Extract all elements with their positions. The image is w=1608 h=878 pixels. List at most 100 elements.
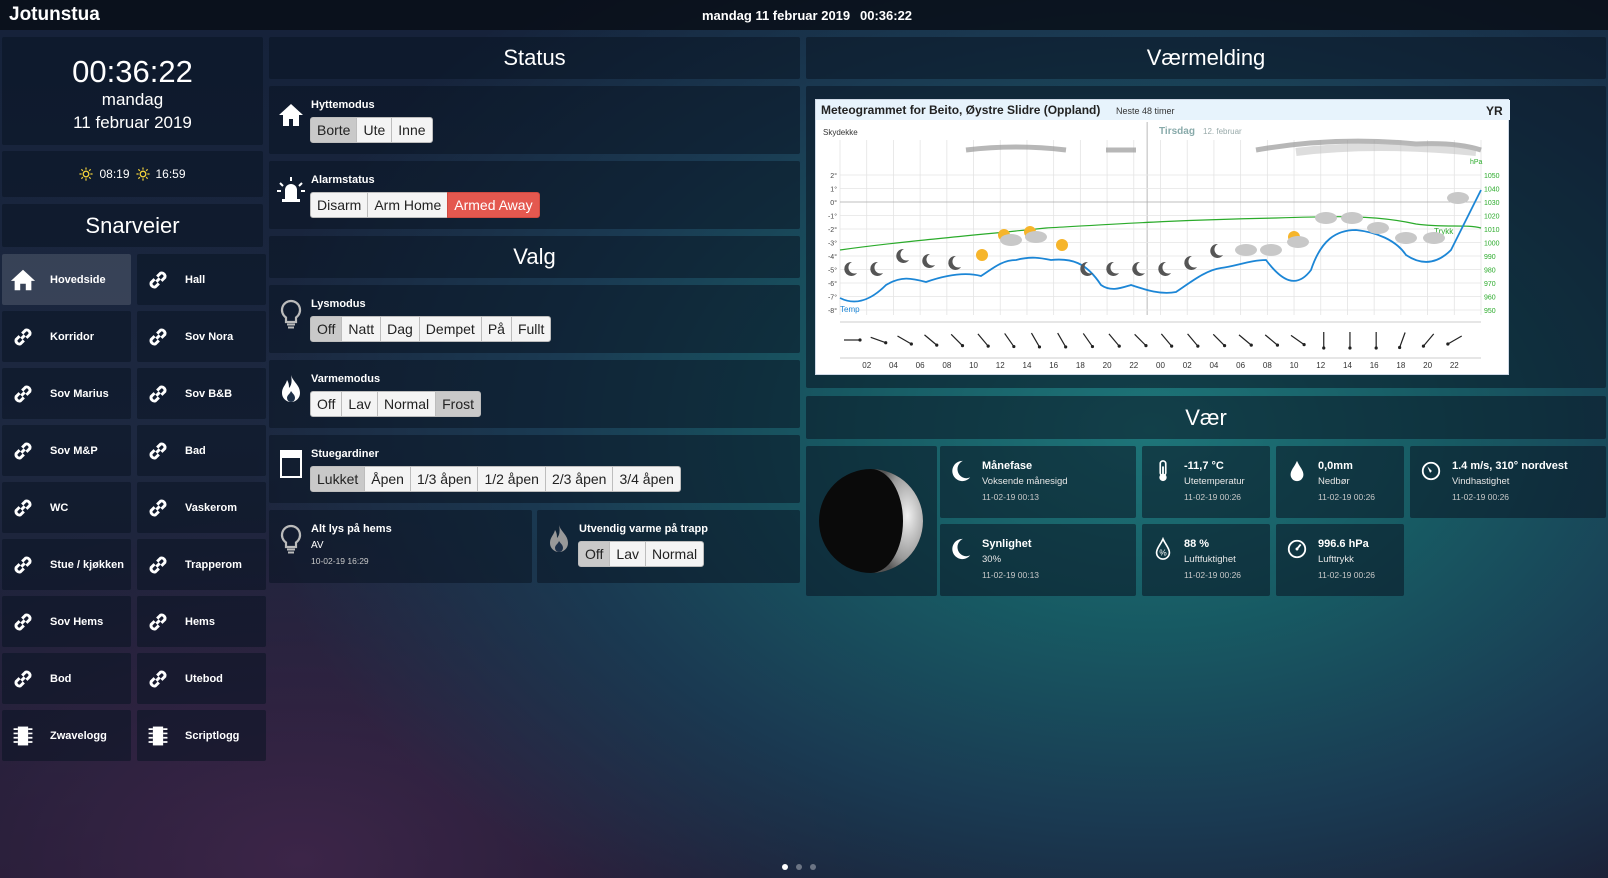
shortcut-hall[interactable]: Hall: [137, 254, 266, 305]
temp-axis-label: -6°: [828, 280, 837, 288]
page-dot-1[interactable]: [782, 864, 788, 870]
moon-icon: [844, 261, 857, 276]
shortcut-bad[interactable]: Bad: [137, 425, 266, 476]
sunrise-icon: [79, 167, 94, 181]
thermometer-icon: [1152, 459, 1174, 485]
weather-sublabel: 30%: [982, 554, 1002, 565]
trapp-option-lav[interactable]: Lav: [609, 541, 646, 567]
shortcut-stue-kjøkken[interactable]: Stue / kjøkken: [2, 539, 131, 590]
weather-header: Vær: [806, 396, 1606, 439]
weather-tile-luftfuktighet[interactable]: % 88 % Luftfuktighet 11-02-19 00:26: [1142, 524, 1270, 596]
gardiner-option-åpen[interactable]: Åpen: [364, 466, 411, 492]
link-icon: [145, 381, 171, 407]
alarm-option-disarm[interactable]: Disarm: [310, 192, 369, 218]
hyttemodus-option-ute[interactable]: Ute: [356, 117, 393, 143]
gardiner-option-1-2-åpen[interactable]: 1/2 åpen: [477, 466, 546, 492]
weather-timestamp: 11-02-19 00:26: [1184, 492, 1242, 502]
shortcut-trapperom[interactable]: Trapperom: [137, 539, 266, 590]
shortcut-wc[interactable]: WC: [2, 482, 131, 533]
hour-axis-label: 06: [1236, 361, 1245, 370]
shortcut-label: Trapperom: [185, 558, 242, 571]
pressure-axis-label: 990: [1484, 254, 1496, 261]
varme-option-lav[interactable]: Lav: [341, 391, 378, 417]
meteogram[interactable]: Meteogrammet for Beito, Øystre Slidre (O…: [815, 99, 1510, 375]
sunset-time: 16:59: [155, 167, 186, 181]
weather-sublabel: Vindhastighet: [1452, 476, 1510, 487]
pressure-axis-label: 950: [1484, 308, 1496, 315]
weather-tile-lufttrykk[interactable]: 996.6 hPa Lufttrykk 11-02-19 00:26: [1276, 524, 1404, 596]
wind-arrow: [1134, 333, 1147, 347]
shortcut-hems[interactable]: Hems: [137, 596, 266, 647]
weather-tile-30[interactable]: Synlighet 30% 11-02-19 00:13: [940, 524, 1136, 596]
pressure-axis-label: 970: [1484, 281, 1496, 288]
shortcut-utebod[interactable]: Utebod: [137, 653, 266, 704]
weather-tile-voksende-månesigd[interactable]: Månefase Voksende månesigd 11-02-19 00:13: [940, 446, 1136, 518]
gardiner-option-1-3-åpen[interactable]: 1/3 åpen: [409, 466, 479, 492]
chip-icon: [10, 723, 36, 749]
wind-arrow-head: [1037, 345, 1042, 349]
pressure-axis-label: 1020: [1484, 214, 1500, 221]
alarm-option-arm-home[interactable]: Arm Home: [367, 192, 449, 218]
shortcut-label: Bod: [50, 672, 72, 685]
shortcut-label: Sov Hems: [50, 615, 104, 628]
weather-tile-nedbør[interactable]: 0,0mm Nedbør 11-02-19 00:26: [1276, 446, 1404, 518]
shortcut-sov-m-p[interactable]: Sov M&P: [2, 425, 131, 476]
trapp-option-normal[interactable]: Normal: [645, 541, 705, 567]
hour-axis-label: 14: [1343, 361, 1352, 370]
shortcut-sov-nora[interactable]: Sov Nora: [137, 311, 266, 362]
gardiner-option-2-3-åpen[interactable]: 2/3 åpen: [544, 466, 614, 492]
page-dot-3[interactable]: [810, 864, 816, 870]
lys-option-fullt[interactable]: Fullt: [510, 316, 552, 342]
lys-option-natt[interactable]: Natt: [341, 316, 382, 342]
wind-arrow: [977, 333, 989, 347]
hyttemodus-option-borte[interactable]: Borte: [310, 117, 358, 143]
wind-arrow-head: [909, 342, 913, 346]
shortcut-korridor[interactable]: Korridor: [2, 311, 131, 362]
hems-title: Alt lys på hems: [311, 523, 392, 535]
wind-arrow: [1108, 333, 1120, 347]
link-icon: [145, 666, 171, 692]
lys-option-på[interactable]: På: [480, 316, 512, 342]
shortcut-label: Stue / kjøkken: [50, 558, 124, 571]
weather-tile-utetemperatur[interactable]: -11,7 °C Utetemperatur 11-02-19 00:26: [1142, 446, 1270, 518]
gauge-icon: [1286, 537, 1308, 563]
yr-logo: YR: [1486, 104, 1503, 118]
shortcut-zwavelogg[interactable]: Zwavelogg: [2, 710, 131, 761]
cloud-icon: [1000, 234, 1022, 246]
shortcut-bod[interactable]: Bod: [2, 653, 131, 704]
shortcut-sov-hems[interactable]: Sov Hems: [2, 596, 131, 647]
humidity-icon: %: [1152, 536, 1174, 563]
shortcut-hovedside[interactable]: Hovedside: [2, 254, 131, 305]
shortcut-label: Sov Nora: [185, 330, 234, 343]
alarm-option-armed-away[interactable]: Armed Away: [447, 192, 540, 218]
hems-time: 10-02-19 16:29: [311, 556, 369, 566]
shortcut-sov-b-b[interactable]: Sov B&B: [137, 368, 266, 419]
meteogram-wind-arrows: [844, 332, 1463, 350]
meteogram-day2: Tirsdag: [1159, 126, 1195, 137]
varme-option-frost[interactable]: Frost: [435, 391, 482, 417]
gardiner-option-3-4-åpen[interactable]: 3/4 åpen: [612, 466, 681, 492]
trapp-option-off[interactable]: Off: [578, 541, 611, 567]
header-time: 00:36:22: [860, 8, 913, 23]
wind-arrow-head: [1012, 344, 1016, 349]
moon-icon: [950, 537, 972, 563]
shortcut-scriptlogg[interactable]: Scriptlogg: [137, 710, 266, 761]
lys-option-dempet[interactable]: Dempet: [418, 316, 482, 342]
varme-option-normal[interactable]: Normal: [377, 391, 437, 417]
wind-arrow: [1238, 334, 1252, 346]
lys-option-off[interactable]: Off: [310, 316, 343, 342]
weather-tile-vindhastighet[interactable]: 1.4 m/s, 310° nordvest Vindhastighet 11-02…: [1410, 446, 1606, 518]
hems-light-sensor[interactable]: Alt lys på hems AV 10-02-19 16:29: [269, 510, 532, 583]
hyttemodus-option-inne[interactable]: Inne: [391, 117, 433, 143]
gardiner-option-lukket[interactable]: Lukket: [310, 466, 366, 492]
shortcut-sov-marius[interactable]: Sov Marius: [2, 368, 131, 419]
shortcut-vaskerom[interactable]: Vaskerom: [137, 482, 266, 533]
page-dot-2[interactable]: [796, 864, 802, 870]
curtain-icon: [280, 450, 302, 478]
lightbulb-icon: [280, 524, 302, 554]
cloud-icon: [1235, 244, 1257, 256]
lys-option-dag[interactable]: Dag: [380, 316, 420, 342]
varme-option-off[interactable]: Off: [310, 391, 343, 417]
wind-arrow-head: [1322, 346, 1326, 350]
wind-arrow: [1447, 335, 1463, 345]
